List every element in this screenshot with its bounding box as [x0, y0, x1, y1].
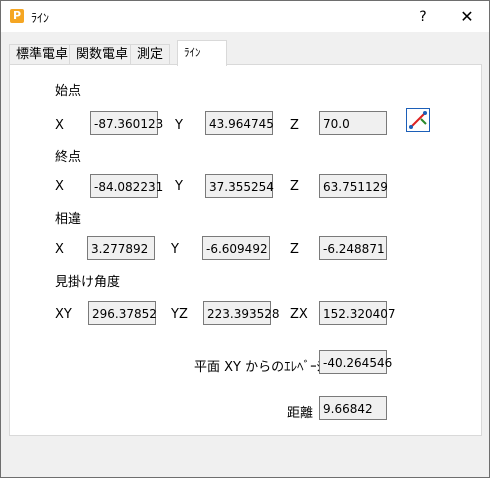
- end-y-label: Y: [175, 179, 183, 194]
- diff-z-label: Z: [290, 242, 299, 257]
- distance-label: 距離: [287, 406, 314, 421]
- help-button[interactable]: ?: [409, 5, 437, 29]
- end-z-field[interactable]: 63.751129: [319, 174, 388, 198]
- diff-x-field[interactable]: 3.277892: [87, 236, 155, 260]
- start-x-label: X: [55, 118, 64, 133]
- diff-y-field[interactable]: -6.609492: [202, 236, 270, 260]
- start-x-field[interactable]: -87.360123: [90, 111, 163, 135]
- diff-x-label: X: [55, 242, 64, 257]
- elevation-label: 平面 XY からのｴﾚﾍﾞｰｼｮﾝ: [194, 360, 337, 375]
- end-z-label: Z: [290, 179, 299, 194]
- end-x-field[interactable]: -84.082231: [90, 174, 163, 198]
- close-button[interactable]: ✕: [453, 5, 481, 29]
- tab-standard-calculator[interactable]: 標準電卓: [9, 44, 76, 65]
- start-y-field[interactable]: 43.964745: [205, 111, 274, 135]
- start-z-field[interactable]: 70.0: [319, 111, 387, 135]
- start-point-heading: 始点: [55, 84, 82, 99]
- pick-point-button[interactable]: [406, 108, 430, 132]
- title-bar: P ﾗｲﾝ ? ✕: [1, 1, 489, 32]
- distance-field[interactable]: 9.66842: [319, 396, 387, 420]
- line-dialog: P ﾗｲﾝ ? ✕ 標準電卓 関数電卓 測定 ﾗｲﾝ 始点 X -87.3601…: [0, 0, 490, 478]
- start-y-label: Y: [175, 118, 183, 133]
- pick-line-icon: [409, 111, 427, 129]
- zx-angle-field[interactable]: 152.320407: [319, 301, 396, 325]
- xy-angle-field[interactable]: 296.37852: [88, 301, 157, 325]
- yz-label: YZ: [171, 307, 188, 322]
- yz-angle-field[interactable]: 223.393528: [203, 301, 280, 325]
- app-icon: P: [10, 9, 24, 23]
- zx-label: ZX: [290, 307, 308, 322]
- tab-line[interactable]: ﾗｲﾝ: [177, 40, 227, 66]
- diff-y-label: Y: [171, 242, 179, 257]
- end-point-heading: 終点: [55, 150, 82, 165]
- elevation-field[interactable]: -40.264546: [319, 350, 392, 374]
- start-z-label: Z: [290, 118, 299, 133]
- window-title: ﾗｲﾝ: [31, 11, 50, 25]
- tab-scientific-calculator[interactable]: 関数電卓: [69, 44, 136, 65]
- end-y-field[interactable]: 37.355254: [205, 174, 274, 198]
- diff-z-field[interactable]: -6.248871: [319, 236, 387, 260]
- difference-heading: 相違: [55, 212, 82, 227]
- xy-label: XY: [55, 307, 72, 322]
- apparent-angle-heading: 見掛け角度: [55, 275, 121, 290]
- tab-measure[interactable]: 測定: [130, 44, 171, 65]
- end-x-label: X: [55, 179, 64, 194]
